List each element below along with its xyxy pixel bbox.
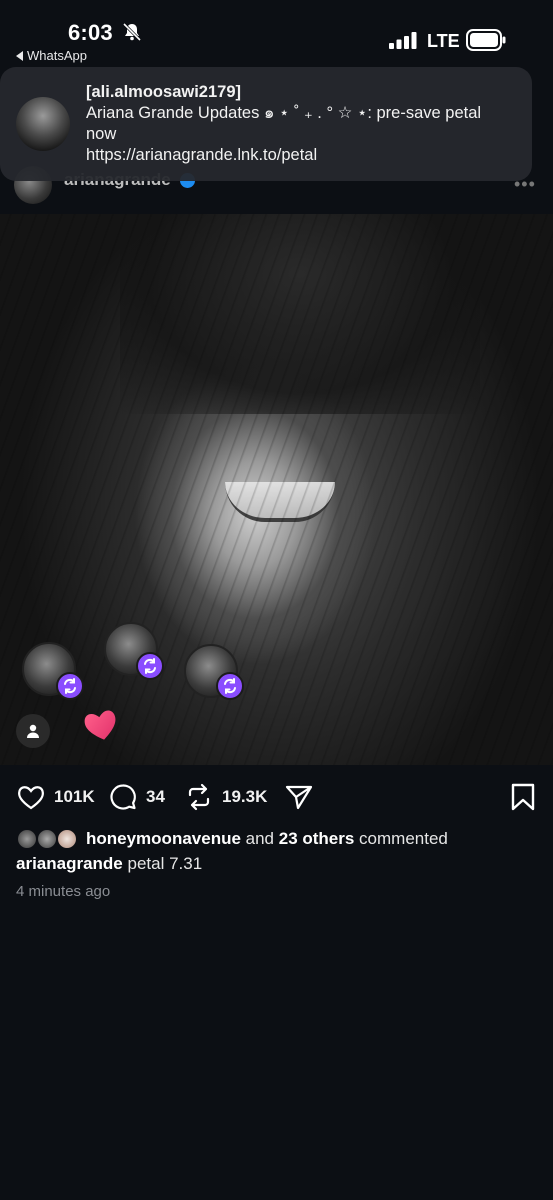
share-button[interactable]	[284, 778, 314, 816]
commenter-avatars	[16, 826, 82, 852]
status-bar: 6:03 WhatsApp LTE	[0, 0, 553, 66]
repost-count: 19.3K	[222, 787, 268, 806]
heart-icon	[84, 710, 116, 740]
profile-icon	[27, 724, 39, 738]
network-type: LTE	[427, 31, 460, 51]
like-button[interactable]: 101K	[16, 778, 95, 816]
caption-text: petal 7.31	[122, 854, 203, 873]
caption-username[interactable]: arianagrande	[16, 854, 123, 873]
commenter-others[interactable]: 23 others	[279, 829, 355, 849]
back-arrow-icon	[16, 50, 23, 61]
notification-message-cont: now	[86, 125, 117, 143]
notification-sender: [ali.almoosawi2179]	[86, 83, 241, 101]
signal-icon	[389, 32, 417, 49]
repost-icon	[56, 672, 84, 700]
back-app-label: WhatsApp	[27, 48, 87, 63]
battery-icon	[466, 29, 506, 51]
repost-icon	[188, 783, 210, 811]
bookmark-icon	[511, 783, 535, 811]
comment-icon	[110, 784, 136, 810]
back-to-app-button[interactable]: WhatsApp	[16, 48, 87, 63]
like-count: 101K	[54, 787, 95, 806]
repost-button[interactable]: 19.3K	[184, 778, 267, 816]
comment-button[interactable]: 34	[108, 778, 165, 816]
avatar	[36, 828, 58, 850]
post-image[interactable]	[0, 214, 553, 765]
post-caption: arianagrande petal 7.31	[16, 854, 202, 874]
notification-link: https://arianagrande.lnk.to/petal	[86, 146, 318, 164]
avatar	[56, 828, 78, 850]
repost-icon	[216, 672, 244, 700]
post-actions: 101K 34 19.3K	[0, 778, 553, 816]
tagged-profile-button[interactable]	[16, 714, 50, 748]
commenter-suffix: commented	[354, 829, 448, 848]
heart-icon	[18, 786, 44, 810]
send-icon	[285, 785, 313, 810]
bell-slash-icon	[122, 22, 142, 42]
notification-message: Ariana Grande Updates ๑ ⋆ ˚ ₊ . ° ☆ ⋆: p…	[86, 104, 482, 122]
status-time: 6:03	[68, 20, 113, 45]
commenters-summary[interactable]: honeymoonavenue and 23 others commented	[16, 826, 448, 852]
notification-text: [ali.almoosawi2179] Ariana Grande Update…	[86, 82, 506, 166]
post-timestamp: 4 minutes ago	[16, 883, 111, 900]
commenter-username[interactable]: honeymoonavenue	[86, 829, 241, 849]
commenter-connector: and	[240, 829, 279, 848]
repost-icon	[136, 652, 164, 680]
notification-avatar	[16, 97, 70, 151]
avatar	[16, 828, 38, 850]
bookmark-button[interactable]	[508, 778, 538, 816]
notification-banner[interactable]: [ali.almoosawi2179] Ariana Grande Update…	[0, 67, 532, 181]
comment-count: 34	[146, 787, 165, 806]
